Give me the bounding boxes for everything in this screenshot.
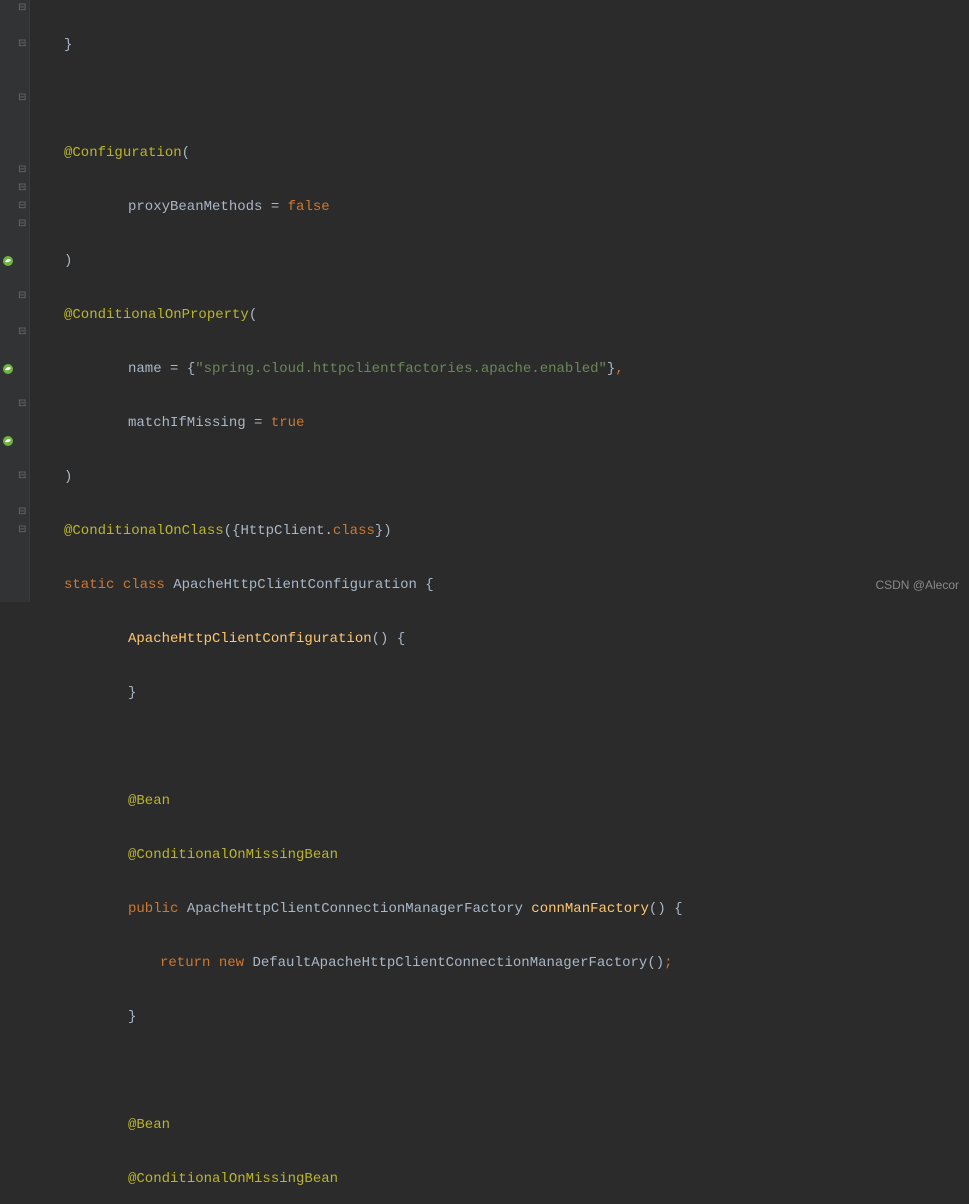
fold-toggle-icon[interactable]: ⊟ bbox=[18, 288, 28, 298]
constructor-name: ApacheHttpClientConfiguration bbox=[128, 631, 372, 647]
fold-toggle-icon[interactable]: ⊟ bbox=[18, 90, 28, 100]
spring-bean-icon[interactable] bbox=[2, 255, 14, 267]
annotation-conditional-missing-bean-2: @ConditionalOnMissingBean bbox=[128, 1171, 338, 1187]
fold-toggle-icon[interactable]: ⊟ bbox=[18, 162, 28, 172]
keyword-class: class bbox=[123, 577, 165, 593]
fold-toggle-icon[interactable]: ⊟ bbox=[18, 180, 28, 190]
annotation-conditional-on-class: @ConditionalOnClass bbox=[64, 523, 224, 539]
param-name: name bbox=[128, 361, 162, 377]
literal-true: true bbox=[271, 415, 305, 431]
fold-toggle-icon[interactable]: ⊟ bbox=[18, 468, 28, 478]
literal-false: false bbox=[288, 199, 330, 215]
annotation-conditional-missing-bean-1: @ConditionalOnMissingBean bbox=[128, 847, 338, 863]
method-connManFactory: connManFactory bbox=[531, 901, 649, 917]
type-default-connmanager: DefaultApacheHttpClientConnectionManager… bbox=[252, 955, 647, 971]
annotation-bean-1: @Bean bbox=[128, 793, 170, 809]
fold-toggle-icon[interactable]: ⊟ bbox=[18, 504, 28, 514]
return-type-1: ApacheHttpClientConnectionManagerFactory bbox=[187, 901, 523, 917]
keyword-new-1: new bbox=[219, 955, 244, 971]
annotation-conditional-on-property: @ConditionalOnProperty bbox=[64, 307, 249, 323]
keyword-return-1: return bbox=[160, 955, 210, 971]
code-area: } @Configuration( proxyBeanMethods = fal… bbox=[32, 0, 969, 1204]
classname-apachehttpclientconfiguration: ApacheHttpClientConfiguration bbox=[173, 577, 417, 593]
spring-bean-icon[interactable] bbox=[2, 363, 14, 375]
class-keyword: class bbox=[333, 523, 375, 539]
fold-toggle-icon[interactable]: ⊟ bbox=[18, 396, 28, 406]
keyword-static: static bbox=[64, 577, 114, 593]
fold-toggle-icon[interactable]: ⊟ bbox=[18, 198, 28, 208]
param-matchIfMissing: matchIfMissing bbox=[128, 415, 246, 431]
fold-toggle-icon[interactable]: ⊟ bbox=[18, 216, 28, 226]
watermark-text: CSDN @Alecor bbox=[875, 576, 959, 594]
fold-toggle-icon[interactable]: ⊟ bbox=[18, 0, 28, 10]
brace-close: } bbox=[64, 37, 72, 53]
fold-toggle-icon[interactable]: ⊟ bbox=[18, 36, 28, 46]
fold-toggle-icon[interactable]: ⊟ bbox=[18, 522, 28, 532]
annotation-bean-2: @Bean bbox=[128, 1117, 170, 1133]
editor-gutter: ⊟ ⊟ ⊟ ⊟ ⊟ ⊟ ⊟ ⊟ ⊟ ⊟ ⊟ ⊟ ⊟ bbox=[0, 0, 30, 602]
fold-toggle-icon[interactable]: ⊟ bbox=[18, 324, 28, 334]
type-httpclient: HttpClient bbox=[240, 523, 324, 539]
param-proxyBeanMethods: proxyBeanMethods bbox=[128, 199, 262, 215]
string-property-value: "spring.cloud.httpclientfactories.apache… bbox=[195, 361, 607, 377]
keyword-public-1: public bbox=[128, 901, 178, 917]
annotation-configuration: @Configuration bbox=[64, 145, 182, 161]
spring-bean-icon[interactable] bbox=[2, 435, 14, 447]
